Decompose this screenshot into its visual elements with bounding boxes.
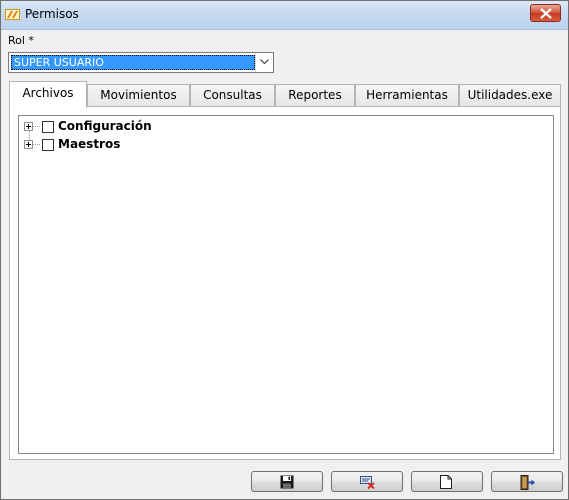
tree-node-label: Maestros	[58, 137, 121, 151]
rol-select[interactable]: SUPER USUARIO	[8, 52, 274, 73]
save-icon	[280, 475, 294, 489]
window-title: Permisos	[25, 7, 79, 21]
tree-node-configuracion[interactable]: Configuración	[19, 118, 549, 134]
expand-icon[interactable]	[24, 122, 33, 131]
tab-reportes[interactable]: Reportes	[275, 84, 355, 106]
tab-utilidades[interactable]: Utilidades.exe	[459, 84, 561, 106]
expand-icon[interactable]	[24, 140, 33, 149]
tab-panel-archivos: Configuración Maestros	[9, 106, 561, 460]
tree-connector	[33, 126, 40, 127]
tree-connector	[33, 144, 40, 145]
new-document-icon	[440, 475, 452, 489]
rol-label: Rol *	[8, 34, 34, 47]
permissions-tree[interactable]: Configuración Maestros	[18, 115, 554, 454]
permission-tabs: Archivos Movimientos Consultas Reportes …	[9, 81, 561, 108]
cancel-edit-button[interactable]	[331, 471, 403, 492]
tab-movimientos[interactable]: Movimientos	[87, 84, 190, 106]
rol-select-dropdown-button[interactable]	[255, 53, 273, 72]
close-icon	[540, 8, 552, 19]
new-button[interactable]	[411, 471, 483, 492]
tree-node-maestros[interactable]: Maestros	[19, 136, 549, 152]
exit-icon	[520, 475, 535, 490]
close-button[interactable]	[530, 4, 561, 22]
save-button[interactable]	[251, 471, 323, 492]
tab-herramientas[interactable]: Herramientas	[355, 84, 459, 106]
tree-node-checkbox[interactable]	[42, 139, 54, 151]
app-icon	[5, 9, 20, 20]
exit-button[interactable]	[491, 471, 563, 492]
rol-select-value: SUPER USUARIO	[11, 55, 255, 70]
title-bar[interactable]: Permisos	[1, 1, 568, 30]
tree-node-label: Configuración	[58, 119, 152, 133]
chevron-down-icon	[260, 59, 269, 65]
permisos-window: Permisos Rol * SUPER USUARIO Archivos Mo…	[0, 0, 569, 500]
cancel-edit-icon	[360, 476, 375, 489]
tab-consultas[interactable]: Consultas	[190, 84, 275, 106]
tree-node-checkbox[interactable]	[42, 121, 54, 133]
tab-archivos[interactable]: Archivos	[9, 81, 87, 108]
